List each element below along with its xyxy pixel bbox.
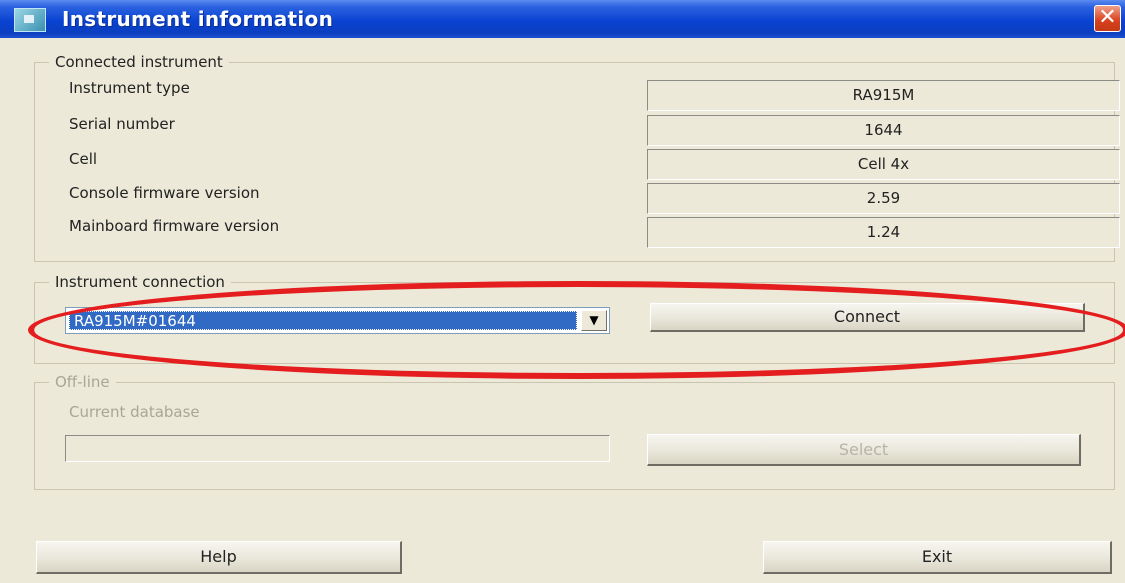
offline-group: Off-line Current database Select	[34, 373, 1115, 490]
cell-value: Cell 4x	[647, 149, 1120, 180]
chevron-down-icon[interactable]: ▼	[581, 310, 607, 331]
console-firmware-label: Console firmware version	[69, 184, 260, 202]
device-select-value: RA915M#01644	[69, 311, 577, 330]
console-firmware-value: 2.59	[647, 183, 1120, 214]
device-select[interactable]: RA915M#01644 ▼	[65, 307, 610, 334]
cell-label: Cell	[69, 150, 98, 168]
current-database-field	[65, 435, 610, 462]
instrument-type-label: Instrument type	[69, 79, 190, 97]
instrument-information-dialog: Instrument information ✕ Connected instr…	[0, 0, 1125, 583]
connected-instrument-legend: Connected instrument	[49, 53, 229, 71]
exit-button[interactable]: Exit	[763, 541, 1112, 574]
offline-legend: Off-line	[49, 373, 116, 391]
mainboard-firmware-value: 1.24	[647, 217, 1120, 248]
instrument-connection-group: Instrument connection RA915M#01644 ▼ Con…	[34, 273, 1115, 364]
connect-button[interactable]: Connect	[650, 303, 1085, 332]
window-title: Instrument information	[62, 7, 334, 31]
title-bar[interactable]: Instrument information ✕	[0, 0, 1125, 38]
serial-number-label: Serial number	[69, 115, 175, 133]
instrument-type-value: RA915M	[647, 80, 1120, 111]
serial-number-value: 1644	[647, 115, 1120, 146]
mainboard-firmware-label: Mainboard firmware version	[69, 217, 280, 235]
close-button[interactable]: ✕	[1094, 5, 1121, 32]
select-button: Select	[647, 434, 1081, 466]
current-database-label: Current database	[69, 403, 200, 421]
help-button[interactable]: Help	[36, 541, 402, 574]
instrument-connection-legend: Instrument connection	[49, 273, 231, 291]
app-icon	[14, 8, 46, 32]
connected-instrument-group: Connected instrument Instrument type RA9…	[34, 53, 1120, 262]
